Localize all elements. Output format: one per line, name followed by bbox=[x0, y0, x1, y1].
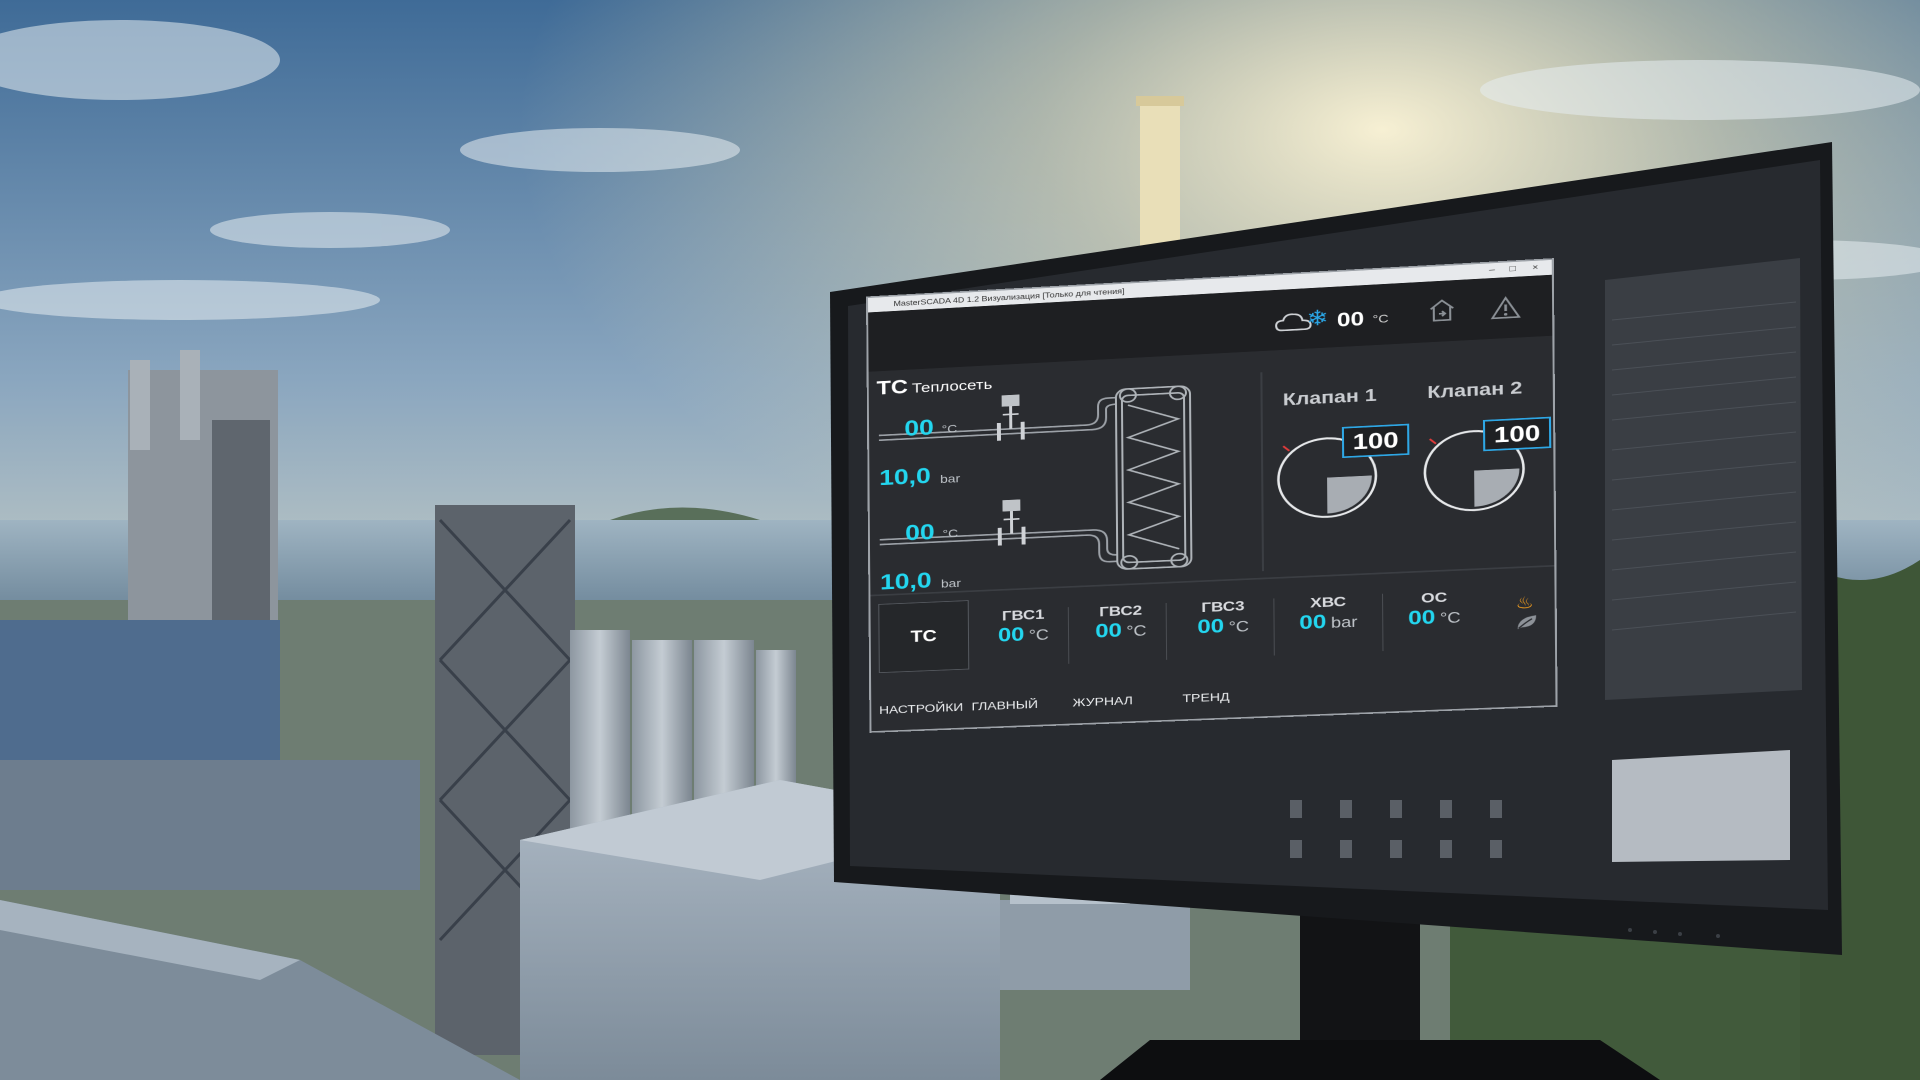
return-pressure: 10,0 bbox=[879, 567, 932, 595]
supply-pressure: 10,0 bbox=[879, 463, 931, 491]
heat-waves-icon: ♨ bbox=[1515, 593, 1534, 613]
tab-hvs-unit: bar bbox=[1330, 613, 1358, 632]
supply-pressure-unit: bar bbox=[940, 471, 961, 486]
tab-separator bbox=[1273, 598, 1275, 656]
supply-temperature: 00 bbox=[904, 415, 934, 441]
nav-settings[interactable]: НАСТРОЙКИ bbox=[879, 700, 963, 716]
monitor-base bbox=[1100, 1040, 1660, 1080]
tab-gvs3-unit: °C bbox=[1228, 618, 1250, 636]
tab-gvs1[interactable]: ГВС1 00 °C bbox=[979, 606, 1068, 648]
gauge-fill bbox=[1327, 475, 1373, 514]
maximize-button[interactable]: □ bbox=[1504, 262, 1521, 278]
supply-temperature-unit: °C bbox=[941, 421, 958, 436]
return-temperature: 00 bbox=[905, 519, 935, 546]
properties-panel bbox=[1605, 258, 1802, 700]
tab-gvs1-value: 00 bbox=[997, 623, 1025, 647]
tab-os-value: 00 bbox=[1407, 606, 1436, 630]
tab-gvs2-unit: °C bbox=[1126, 622, 1147, 640]
gauge-limit-marker bbox=[1430, 439, 1436, 444]
tab-gvs2-value: 00 bbox=[1095, 619, 1122, 643]
ambient-temperature-unit: °C bbox=[1372, 311, 1389, 326]
return-temperature-unit: °C bbox=[942, 526, 959, 541]
warning-triangle-icon[interactable] bbox=[1490, 295, 1521, 321]
tab-separator bbox=[1067, 607, 1070, 664]
tab-tc[interactable]: ТС bbox=[878, 600, 970, 674]
tab-hvs[interactable]: ХВС 00 bar bbox=[1282, 592, 1374, 635]
minimize-button[interactable]: – bbox=[1484, 263, 1501, 279]
tab-hvs-value: 00 bbox=[1299, 610, 1327, 635]
tab-gvs3-value: 00 bbox=[1197, 615, 1225, 639]
gauge-limit-marker bbox=[1283, 446, 1289, 451]
tab-os[interactable]: ОС 00 °C bbox=[1388, 588, 1481, 631]
tab-gvs3[interactable]: ГВС3 00 °C bbox=[1178, 597, 1269, 640]
close-button[interactable]: × bbox=[1527, 260, 1544, 276]
tab-separator bbox=[1381, 593, 1384, 652]
snowflake-icon: ❄ bbox=[1306, 305, 1329, 331]
plate-heat-exchanger bbox=[1116, 386, 1192, 570]
return-pressure-unit: bar bbox=[940, 576, 961, 591]
valve-1-value[interactable]: 100 bbox=[1341, 423, 1410, 459]
tab-os-unit: °C bbox=[1439, 609, 1461, 627]
nav-main[interactable]: ГЛАВНЫЙ bbox=[971, 697, 1038, 712]
valve-2-value[interactable]: 100 bbox=[1482, 416, 1552, 452]
scada-window: MasterSCADA 4D 1.2 Визуализация [Только … bbox=[868, 259, 1556, 732]
ambient-temperature: 00 bbox=[1336, 308, 1365, 332]
tab-gvs1-unit: °C bbox=[1028, 626, 1049, 644]
house-exit-icon[interactable] bbox=[1427, 296, 1458, 324]
nav-trend[interactable]: ТРЕНД bbox=[1182, 690, 1229, 705]
gauge-fill bbox=[1474, 468, 1520, 507]
nav-journal[interactable]: ЖУРНАЛ bbox=[1073, 694, 1133, 709]
leaf-icon bbox=[1515, 615, 1537, 630]
tab-separator bbox=[1165, 602, 1168, 660]
preview-thumbnail bbox=[1612, 750, 1790, 862]
tab-gvs2[interactable]: ГВС2 00 °C bbox=[1076, 601, 1166, 644]
